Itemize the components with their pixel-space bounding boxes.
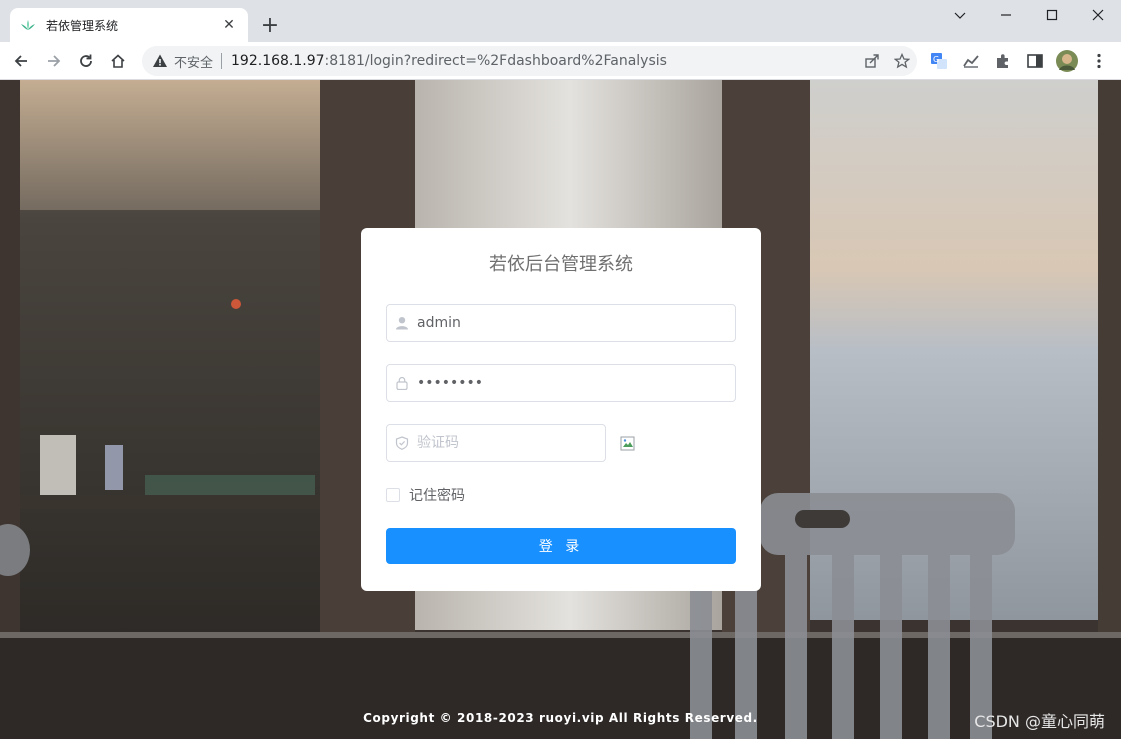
remember-password[interactable]: 记住密码: [386, 485, 465, 505]
close-window-icon[interactable]: [1075, 0, 1121, 30]
warning-icon[interactable]: [152, 53, 168, 69]
tab-search-icon[interactable]: [937, 0, 983, 30]
login-page: 若依后台管理系统 记住密码 登 录 Copyri: [0, 80, 1121, 739]
share-icon[interactable]: [857, 46, 887, 76]
translate-extension-icon[interactable]: G: [927, 49, 951, 73]
captcha-image-icon[interactable]: [620, 436, 636, 452]
url-path: :8181/login?redirect=%2Fdashboard%2Fanal…: [324, 53, 667, 69]
address-bar[interactable]: 不安全 192.168.1.97:8181/login?redirect=%2F…: [142, 46, 917, 76]
bookmark-star-icon[interactable]: [887, 46, 917, 76]
address-separator: [221, 53, 223, 69]
copyright-footer: Copyright © 2018-2023 ruoyi.vip All Righ…: [363, 711, 758, 725]
username-input[interactable]: [417, 305, 735, 341]
browser-toolbar: 不安全 192.168.1.97:8181/login?redirect=%2F…: [0, 42, 1121, 80]
captcha-field[interactable]: [386, 424, 606, 462]
password-input[interactable]: [417, 365, 735, 401]
ruoyi-leaf-icon: [20, 17, 36, 33]
browser-tab[interactable]: 若依管理系统 ✕: [10, 8, 248, 42]
password-field[interactable]: [386, 364, 736, 402]
lock-icon: [387, 365, 417, 401]
reload-icon[interactable]: [72, 47, 100, 75]
maximize-icon[interactable]: [1029, 0, 1075, 30]
home-icon[interactable]: [104, 47, 132, 75]
username-field[interactable]: [386, 304, 736, 342]
new-tab-button[interactable]: +: [258, 14, 282, 38]
close-tab-icon[interactable]: ✕: [220, 16, 238, 34]
profile-avatar[interactable]: [1055, 49, 1079, 73]
browser-menu-icon[interactable]: [1087, 49, 1111, 73]
forward-icon[interactable]: [40, 47, 68, 75]
tab-title: 若依管理系统: [46, 18, 119, 33]
login-button[interactable]: 登 录: [386, 528, 736, 564]
extensions-puzzle-icon[interactable]: [991, 49, 1015, 73]
shield-icon: [387, 425, 417, 461]
url-text[interactable]: 192.168.1.97:8181/login?redirect=%2Fdash…: [231, 53, 857, 69]
url-host: 192.168.1.97: [231, 53, 325, 69]
user-icon: [387, 305, 417, 341]
captcha-input[interactable]: [417, 425, 605, 461]
login-form: 若依后台管理系统 记住密码 登 录: [361, 228, 761, 591]
login-title: 若依后台管理系统: [489, 254, 633, 275]
security-status: 不安全: [174, 55, 214, 71]
analytics-extension-icon[interactable]: [959, 49, 983, 73]
minimize-icon[interactable]: [983, 0, 1029, 30]
remember-checkbox[interactable]: [386, 488, 400, 502]
back-icon[interactable]: [7, 47, 35, 75]
svg-text:G: G: [933, 55, 939, 64]
browser-tab-strip: 若依管理系统 ✕ +: [0, 0, 1121, 42]
side-panel-icon[interactable]: [1023, 49, 1047, 73]
remember-label: 记住密码: [409, 488, 465, 504]
csdn-watermark: CSDN @童心同萌: [974, 712, 1105, 731]
